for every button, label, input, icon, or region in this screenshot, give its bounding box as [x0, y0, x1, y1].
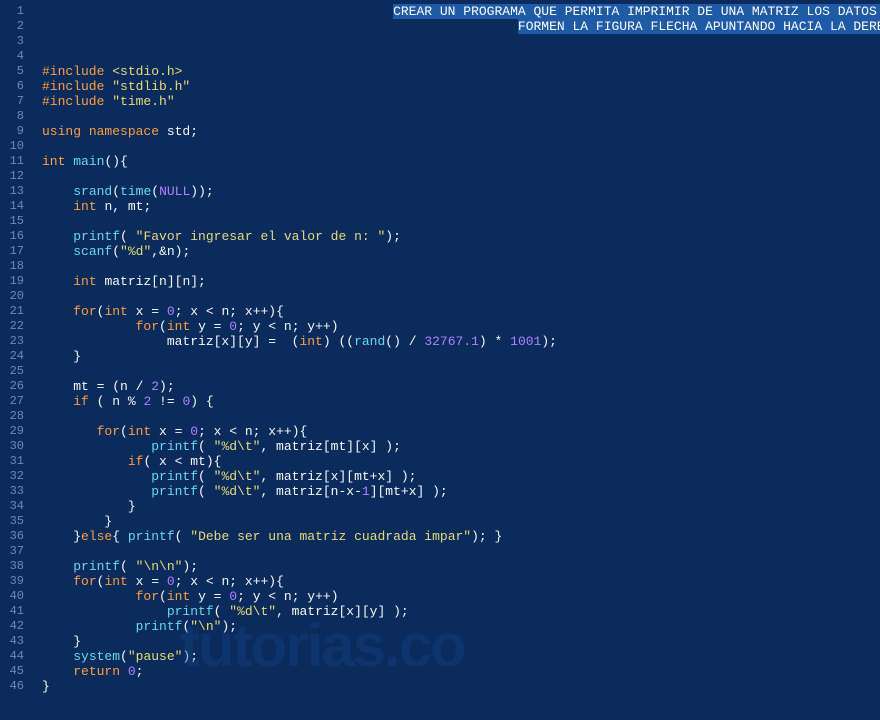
code-line[interactable]: printf("\n");: [42, 619, 880, 634]
code-line[interactable]: for(int x = 0; x < n; x++){: [42, 574, 880, 589]
code-line[interactable]: srand(time(NULL));: [42, 184, 880, 199]
line-number: 46: [4, 679, 24, 694]
line-number: 22: [4, 319, 24, 334]
line-number: 28: [4, 409, 24, 424]
code-line[interactable]: #include "time.h": [42, 94, 880, 109]
line-number: 12: [4, 169, 24, 184]
code-line[interactable]: [42, 259, 880, 274]
line-number-gutter: 1234567891011121314151617181920212223242…: [0, 0, 32, 720]
line-number: 9: [4, 124, 24, 139]
code-line[interactable]: matriz[x][y] = (int) ((rand() / 32767.1)…: [42, 334, 880, 349]
line-number: 11: [4, 154, 24, 169]
code-line[interactable]: using namespace std;: [42, 124, 880, 139]
code-line[interactable]: }: [42, 499, 880, 514]
code-line[interactable]: printf( "%d\t", matriz[x][mt+x] );: [42, 469, 880, 484]
code-line[interactable]: }: [42, 514, 880, 529]
line-number: 3: [4, 34, 24, 49]
line-number: 18: [4, 259, 24, 274]
line-number: 2: [4, 19, 24, 34]
line-number: 45: [4, 664, 24, 679]
code-line[interactable]: mt = (n / 2);: [42, 379, 880, 394]
line-number: 20: [4, 289, 24, 304]
line-number: 30: [4, 439, 24, 454]
code-line[interactable]: printf( "%d\t", matriz[mt][x] );: [42, 439, 880, 454]
code-content[interactable]: CREAR UN PROGRAMA QUE PERMITA IMPRIMIR D…: [32, 0, 880, 720]
line-number: 42: [4, 619, 24, 634]
code-line[interactable]: }else{ printf( "Debe ser una matriz cuad…: [42, 529, 880, 544]
code-line[interactable]: for(int y = 0; y < n; y++): [42, 589, 880, 604]
code-line[interactable]: FORMEN LA FIGURA FLECHA APUNTANDO HACIA …: [42, 19, 880, 34]
code-line[interactable]: if( x < mt){: [42, 454, 880, 469]
line-number: 6: [4, 79, 24, 94]
line-number: 17: [4, 244, 24, 259]
code-line[interactable]: int n, mt;: [42, 199, 880, 214]
line-number: 41: [4, 604, 24, 619]
code-line[interactable]: [42, 169, 880, 184]
line-number: 21: [4, 304, 24, 319]
code-line[interactable]: return 0;: [42, 664, 880, 679]
code-line[interactable]: [42, 139, 880, 154]
code-line[interactable]: printf( "\n\n");: [42, 559, 880, 574]
code-line[interactable]: system("pause");: [42, 649, 880, 664]
line-number: 8: [4, 109, 24, 124]
code-line[interactable]: #include <stdio.h>: [42, 64, 880, 79]
line-number: 31: [4, 454, 24, 469]
code-line[interactable]: printf( "%d\t", matriz[n-x-1][mt+x] );: [42, 484, 880, 499]
line-number: 7: [4, 94, 24, 109]
code-line[interactable]: [42, 409, 880, 424]
line-number: 43: [4, 634, 24, 649]
line-number: 34: [4, 499, 24, 514]
code-line[interactable]: [42, 214, 880, 229]
code-line[interactable]: [42, 109, 880, 124]
code-line[interactable]: if ( n % 2 != 0) {: [42, 394, 880, 409]
code-editor: 1234567891011121314151617181920212223242…: [0, 0, 880, 720]
line-number: 23: [4, 334, 24, 349]
line-number: 15: [4, 214, 24, 229]
code-line[interactable]: for(int x = 0; x < n; x++){: [42, 304, 880, 319]
line-number: 24: [4, 349, 24, 364]
line-number: 25: [4, 364, 24, 379]
line-number: 33: [4, 484, 24, 499]
line-number: 32: [4, 469, 24, 484]
code-line[interactable]: [42, 289, 880, 304]
line-number: 10: [4, 139, 24, 154]
code-line[interactable]: [42, 544, 880, 559]
line-number: 13: [4, 184, 24, 199]
code-line[interactable]: [42, 49, 880, 64]
line-number: 35: [4, 514, 24, 529]
line-number: 1: [4, 4, 24, 19]
code-line[interactable]: }: [42, 349, 880, 364]
code-line[interactable]: printf( "%d\t", matriz[x][y] );: [42, 604, 880, 619]
line-number: 5: [4, 64, 24, 79]
line-number: 29: [4, 424, 24, 439]
code-line[interactable]: int matriz[n][n];: [42, 274, 880, 289]
line-number: 40: [4, 589, 24, 604]
line-number: 16: [4, 229, 24, 244]
line-number: 4: [4, 49, 24, 64]
code-line[interactable]: CREAR UN PROGRAMA QUE PERMITA IMPRIMIR D…: [42, 4, 880, 19]
code-line[interactable]: }: [42, 679, 880, 694]
code-line[interactable]: for(int y = 0; y < n; y++): [42, 319, 880, 334]
line-number: 39: [4, 574, 24, 589]
line-number: 26: [4, 379, 24, 394]
code-line[interactable]: [42, 364, 880, 379]
line-number: 38: [4, 559, 24, 574]
code-line[interactable]: int main(){: [42, 154, 880, 169]
code-line[interactable]: }: [42, 634, 880, 649]
line-number: 37: [4, 544, 24, 559]
code-line[interactable]: [42, 34, 880, 49]
code-line[interactable]: printf( "Favor ingresar el valor de n: "…: [42, 229, 880, 244]
line-number: 27: [4, 394, 24, 409]
line-number: 36: [4, 529, 24, 544]
code-line[interactable]: scanf("%d",&n);: [42, 244, 880, 259]
line-number: 44: [4, 649, 24, 664]
line-number: 14: [4, 199, 24, 214]
line-number: 19: [4, 274, 24, 289]
code-line[interactable]: for(int x = 0; x < n; x++){: [42, 424, 880, 439]
code-line[interactable]: #include "stdlib.h": [42, 79, 880, 94]
